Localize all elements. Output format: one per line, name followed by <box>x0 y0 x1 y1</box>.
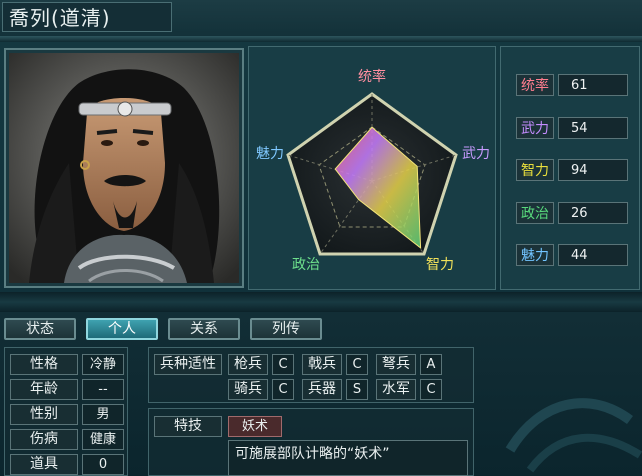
personal-label-injury: 伤病 <box>10 429 78 450</box>
aptitude-type-cavalry: 骑兵 <box>228 379 268 400</box>
radar-label-politics: 政治 <box>292 257 320 273</box>
character-name: 喬列(道清) <box>2 2 172 32</box>
skill-name: 妖术 <box>228 416 282 437</box>
personal-value-gender: 男 <box>82 404 124 425</box>
personal-value-temperament: 冷静 <box>82 354 124 375</box>
personal-value-items: 0 <box>82 454 124 475</box>
skill-description: 可施展部队计略的“妖术” <box>228 440 468 476</box>
aptitude-grade-crossbow: A <box>420 354 442 375</box>
aptitude-grade-cavalry: C <box>272 379 294 400</box>
character-portrait <box>9 53 239 283</box>
skill-label: 特技 <box>154 416 222 437</box>
stat-value-politics: 26 <box>558 202 628 224</box>
personal-label-items: 道具 <box>10 454 78 475</box>
radar-label-command: 统率 <box>358 68 386 85</box>
aptitude-type-halberd: 戟兵 <box>302 354 342 375</box>
tab-biography[interactable]: 列传 <box>250 318 322 340</box>
radar-label-war: 武力 <box>462 146 490 162</box>
personal-label-temperament: 性格 <box>10 354 78 375</box>
aptitude-type-navy: 水军 <box>376 379 416 400</box>
stat-value-charm: 44 <box>558 244 628 266</box>
section-divider <box>0 292 642 312</box>
stat-label-war: 武力 <box>516 117 554 139</box>
personal-label-gender: 性别 <box>10 404 78 425</box>
stat-label-intelligence: 智力 <box>516 159 554 181</box>
wave-ornament <box>505 398 642 473</box>
aptitude-grade-navy: C <box>420 379 442 400</box>
stat-label-charm: 魅力 <box>516 244 554 266</box>
aptitude-grade-halberd: C <box>346 354 368 375</box>
stat-label-politics: 政治 <box>516 202 554 224</box>
ability-radar-chart: 统率 武力 智力 政治 魅力 <box>256 68 490 273</box>
stat-value-intelligence: 94 <box>558 159 628 181</box>
personal-value-age: -- <box>82 379 124 400</box>
aptitude-grade-spear: C <box>272 354 294 375</box>
aptitude-header: 兵种适性 <box>154 354 222 375</box>
tab-relations[interactable]: 关系 <box>168 318 240 340</box>
personal-label-age: 年龄 <box>10 379 78 400</box>
stat-label-command: 统率 <box>516 74 554 96</box>
personal-value-injury: 健康 <box>82 429 124 450</box>
tab-personal[interactable]: 个人 <box>86 318 158 340</box>
aptitude-grade-siege: S <box>346 379 368 400</box>
stat-value-command: 61 <box>558 74 628 96</box>
stat-value-war: 54 <box>558 117 628 139</box>
aptitude-type-crossbow: 弩兵 <box>376 354 416 375</box>
radar-label-charm: 魅力 <box>256 146 284 162</box>
tab-status[interactable]: 状态 <box>4 318 76 340</box>
aptitude-type-spear: 枪兵 <box>228 354 268 375</box>
aptitude-type-siege: 兵器 <box>302 379 342 400</box>
radar-label-intelligence: 智力 <box>426 257 454 273</box>
